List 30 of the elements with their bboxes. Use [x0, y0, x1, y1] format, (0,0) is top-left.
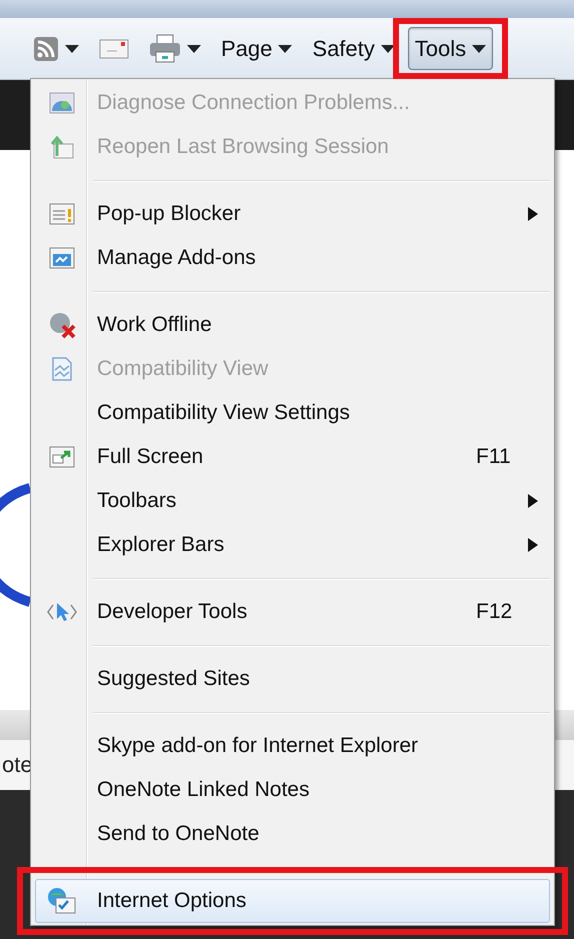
- menu-item[interactable]: Developer Tools F12: [35, 590, 550, 634]
- menu-item[interactable]: Internet Options: [35, 879, 550, 923]
- shortcut-text: F12: [476, 599, 512, 626]
- menu-item[interactable]: Work Offline: [35, 303, 550, 347]
- menu-item[interactable]: Send to OneNote: [35, 812, 550, 856]
- menu-item[interactable]: Toolbars: [35, 479, 550, 523]
- menu-item[interactable]: Suggested Sites: [35, 657, 550, 701]
- cursor-brackets-icon: [46, 601, 76, 623]
- menu-item: Compatibility View: [35, 347, 550, 391]
- menu-button[interactable]: Page: [214, 27, 300, 70]
- menu-item[interactable]: OneNote Linked Notes: [35, 768, 550, 812]
- menu-item: Reopen Last Browsing Session: [35, 125, 550, 169]
- menu-item: Diagnose Connection Problems...: [35, 81, 550, 125]
- broken-page-icon: [50, 356, 72, 382]
- menu-button[interactable]: Tools: [408, 27, 494, 70]
- window-warning-icon: [48, 203, 74, 225]
- menu-item[interactable]: Full Screen F11: [35, 435, 550, 479]
- menu-item[interactable]: Skype add-on for Internet Explorer: [35, 724, 550, 768]
- menu-item[interactable]: Explorer Bars: [35, 523, 550, 567]
- globe-x-icon: [48, 311, 76, 339]
- feed-icon: [33, 36, 59, 62]
- printer-icon: [149, 34, 181, 64]
- menu-item[interactable]: Compatibility View Settings: [35, 391, 550, 435]
- shortcut-text: F11: [476, 444, 511, 470]
- menu-item[interactable]: Manage Add-ons: [35, 236, 550, 280]
- menu-item[interactable]: Pop-up Blocker: [35, 192, 550, 236]
- envelope-icon: [99, 36, 129, 60]
- globe-check-icon: [46, 887, 76, 915]
- menu-button[interactable]: Safety: [305, 27, 402, 70]
- arrow-window-icon: [48, 134, 74, 160]
